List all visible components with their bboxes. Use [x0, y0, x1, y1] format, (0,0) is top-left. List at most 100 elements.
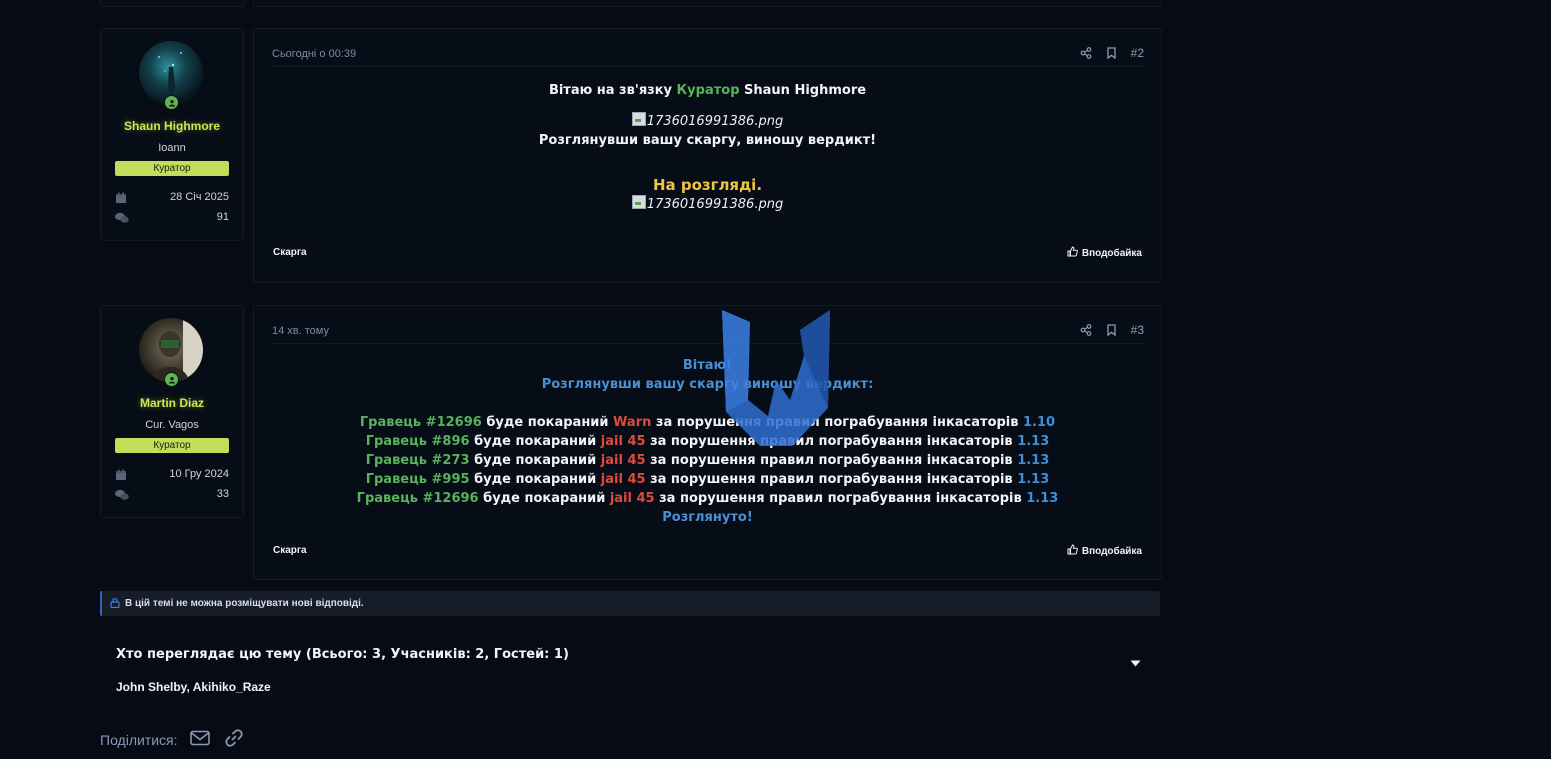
viewer-link[interactable]: John Shelby — [116, 680, 186, 694]
joined-date: 10 Гру 2024 — [169, 468, 229, 480]
comments-icon — [115, 212, 129, 227]
post-actions: #2 — [1080, 46, 1144, 60]
player-id: Гравець #896 — [365, 434, 470, 449]
username[interactable]: Shaun Highmore — [101, 119, 243, 133]
collapse-toggle-icon[interactable] — [1130, 652, 1141, 671]
rule-number: 1.10 — [1023, 415, 1056, 430]
image-placeholder[interactable]: 1736016991386.png — [254, 112, 1161, 131]
viewer-link[interactable]: Akihiko_Raze — [193, 680, 271, 694]
greeting-line: Вітаю! — [682, 358, 733, 373]
verdict-line: Розглянувши вашу скаргу, виношу вердикт! — [538, 133, 877, 148]
thread-locked-notice: В цій темі не можна розміщувати нові від… — [100, 591, 1160, 616]
reason-text: за порушення правил пограбування інкасат… — [645, 453, 1018, 468]
penalty: jail 45 — [609, 491, 655, 506]
greeting-prefix: Вітаю на зв'язку — [548, 83, 677, 98]
reason-text: за порушення правил пограбування інкасат… — [654, 491, 1027, 506]
thumbs-up-icon — [1067, 544, 1078, 558]
post-3: 14 хв. тому #3 Вітаю! Розглянувши вашу с… — [253, 305, 1162, 580]
calendar-icon — [115, 469, 127, 484]
post-date[interactable]: 14 хв. тому — [272, 325, 329, 337]
punishment-text: буде покараний — [469, 472, 601, 487]
player-id: Гравець #273 — [365, 453, 470, 468]
rule-number: 1.13 — [1026, 491, 1059, 506]
punishment-text: буде покараний — [478, 491, 610, 506]
email-icon[interactable] — [189, 730, 210, 749]
image-alt: 1736016991386.png — [646, 114, 784, 129]
calendar-icon — [115, 192, 127, 207]
post-body: Вітаю! Розглянувши вашу скаргу виношу ве… — [254, 356, 1161, 527]
locked-notice-text: В цій темі не можна розміщувати нові від… — [125, 598, 364, 609]
comments-icon — [115, 489, 129, 504]
bookmark-icon[interactable] — [1106, 324, 1117, 336]
thumbs-up-icon — [1067, 246, 1078, 260]
username[interactable]: Martin Diaz — [101, 396, 243, 410]
penalty: jail 45 — [600, 472, 646, 487]
complaint-link[interactable]: Скарга — [273, 247, 307, 258]
post-number[interactable]: #3 — [1131, 323, 1144, 337]
like-label: Вподобайка — [1081, 545, 1142, 557]
broken-image-icon — [631, 195, 646, 209]
reason-text: за порушення правил пограбування інкасат… — [651, 415, 1024, 430]
punishment-line: Гравець #995 буде покараний jail 45 за п… — [254, 470, 1161, 489]
like-button[interactable]: Вподобайка — [1067, 246, 1142, 260]
punishment-text: буде покараний — [469, 453, 601, 468]
joined-date: 28 Січ 2025 — [170, 191, 229, 203]
post-number[interactable]: #2 — [1131, 46, 1144, 60]
user-badge: Куратор — [115, 161, 229, 176]
broken-image-icon — [631, 112, 646, 126]
penalty: jail 45 — [600, 434, 646, 449]
user-card-martin-diaz: Martin Diaz Cur. Vagos Куратор 10 Гру 20… — [100, 305, 244, 518]
viewers-list: John Shelby, Akihiko_Raze — [116, 680, 271, 694]
post-divider — [272, 343, 1143, 344]
online-status-icon — [164, 372, 179, 387]
messages-count: 33 — [216, 488, 229, 500]
like-button[interactable]: Вподобайка — [1067, 544, 1142, 558]
rule-number: 1.13 — [1017, 434, 1050, 449]
viewers-title: Хто переглядає цю тему (Всього: 3, Учасн… — [116, 647, 569, 662]
punishment-line: Гравець #896 буде покараний jail 45 за п… — [254, 432, 1161, 451]
reason-text: за порушення правил пограбування інкасат… — [645, 434, 1018, 449]
like-label: Вподобайка — [1081, 247, 1142, 259]
avatar[interactable] — [139, 318, 205, 387]
lock-icon — [110, 597, 120, 611]
penalty: Warn — [613, 415, 652, 430]
rule-number: 1.13 — [1017, 472, 1050, 487]
post-2: Сьогодні о 00:39 #2 Вітаю на зв'язку Кур… — [253, 28, 1162, 283]
image-placeholder-2[interactable]: 1736016991386.png — [254, 195, 1161, 214]
post-body: Вітаю на зв'язку Куратор Shaun Highmore … — [254, 81, 1161, 214]
post-divider — [272, 66, 1143, 67]
greeting-name: Shaun Highmore — [739, 83, 867, 98]
avatar[interactable] — [139, 41, 205, 110]
user-card-shaun-highmore: Shaun Highmore Ioann Куратор 28 Січ 2025… — [100, 28, 244, 241]
reason-text: за порушення правил пограбування інкасат… — [645, 472, 1018, 487]
joined-stat: 10 Гру 2024 — [115, 468, 229, 482]
complaint-link[interactable]: Скарга — [273, 545, 307, 556]
post-actions: #3 — [1080, 323, 1144, 337]
penalty: jail 45 — [600, 453, 646, 468]
post-date[interactable]: Сьогодні о 00:39 — [272, 48, 356, 60]
link-icon[interactable] — [224, 728, 244, 751]
punishment-text: буде покараний — [481, 415, 614, 430]
intro-line: Розглянувши вашу скаргу виношу вердикт: — [541, 377, 874, 392]
bookmark-icon[interactable] — [1106, 47, 1117, 59]
image-alt: 1736016991386.png — [646, 197, 784, 212]
messages-stat: 33 — [115, 488, 229, 502]
previous-user-card — [100, 0, 245, 7]
joined-stat: 28 Січ 2025 — [115, 191, 229, 205]
online-status-icon — [164, 95, 179, 110]
messages-stat: 91 — [115, 211, 229, 225]
closing-line: Розглянуто! — [662, 510, 753, 525]
share-row: Поділитися: — [100, 728, 244, 751]
share-icon[interactable] — [1080, 324, 1092, 336]
share-icon[interactable] — [1080, 47, 1092, 59]
punishment-text: буде покараний — [469, 434, 601, 449]
messages-count: 91 — [216, 211, 229, 223]
rule-number: 1.13 — [1017, 453, 1050, 468]
user-title: Cur. Vagos — [145, 419, 199, 431]
user-title: Ioann — [158, 142, 186, 154]
punishment-line: Гравець #12696 буде покараний Warn за по… — [254, 413, 1161, 432]
greeting-role: Куратор — [676, 83, 740, 98]
greeting-line: Вітаю на зв'язку Куратор Shaun Highmore — [254, 81, 1161, 100]
